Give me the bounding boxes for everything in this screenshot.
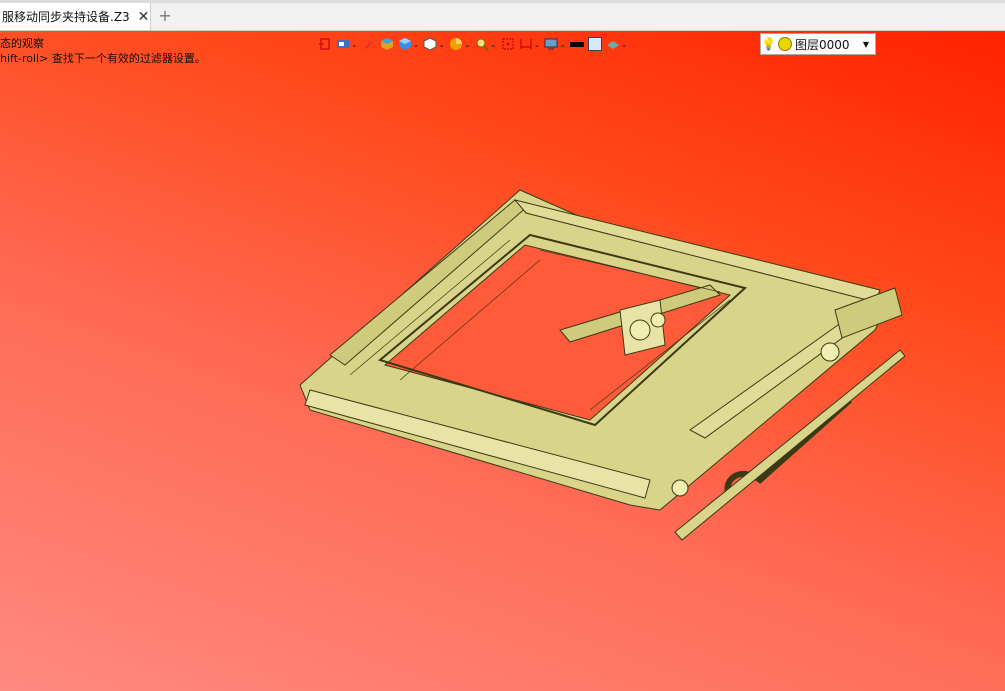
status-text: 态的观察 hift-roll> 查找下一个有效的过滤器设置。 <box>0 36 206 66</box>
zoom-button[interactable]: ⌄ <box>475 35 497 53</box>
lightbulb-icon: 💡 <box>761 37 776 51</box>
model-motor-flange <box>820 342 840 362</box>
close-icon[interactable]: ✕ <box>138 9 150 25</box>
snap-icon <box>319 38 330 50</box>
display-icon <box>544 38 558 50</box>
chevron-down-icon: ⌄ <box>559 39 566 49</box>
snap-button[interactable] <box>318 35 332 53</box>
zoom-icon <box>476 38 489 51</box>
plus-icon[interactable]: + <box>156 7 174 25</box>
color-black-button[interactable] <box>569 35 584 53</box>
status-line-1: 态的观察 <box>0 37 44 50</box>
shaded-cube-icon <box>380 38 393 50</box>
wire-cube-icon <box>423 37 437 51</box>
model-roller <box>629 319 651 341</box>
display-button[interactable]: ⌄ <box>544 35 566 53</box>
chevron-down-icon: ⌄ <box>489 39 497 49</box>
tab-bar: 服移动同步夹持设备.Z3 ✕ + <box>0 0 1005 31</box>
view-button[interactable]: ⌄ <box>336 35 358 53</box>
pie-icon <box>450 38 463 50</box>
sun-icon <box>778 37 792 51</box>
chevron-down-icon: ⌄ <box>412 39 420 49</box>
color-black-icon <box>569 42 584 47</box>
cad-model[interactable] <box>290 180 920 550</box>
chevron-down-icon: ⌄ <box>464 39 471 49</box>
layer-value: 图层0000 <box>795 37 850 52</box>
frame-button[interactable] <box>501 35 515 53</box>
view-toolbar: ⌄ ⌄ ⌄ ⌄ ⌄ ⌄ ⌄ ⌄ <box>318 34 628 54</box>
status-line-2: hift-roll> 查找下一个有效的过滤器设置。 <box>0 52 206 65</box>
color-white-icon <box>587 37 602 51</box>
dimension-button[interactable]: ⌄ <box>519 35 541 53</box>
plane-icon <box>606 41 619 49</box>
chevron-down-icon: ⌄ <box>351 39 358 49</box>
shaded-button[interactable] <box>380 35 394 53</box>
pie-button[interactable]: ⌄ <box>449 35 471 53</box>
cube-button[interactable]: ⌄ <box>398 35 420 53</box>
document-tab[interactable]: 服移动同步夹持设备.Z3 ✕ <box>0 3 151 30</box>
tab-title: 服移动同步夹持设备.Z3 <box>2 10 130 24</box>
view-icon <box>337 40 349 48</box>
frame-icon <box>501 38 514 50</box>
chevron-down-icon: ⌄ <box>533 39 541 49</box>
chevron-down-icon: ▼ <box>862 39 869 49</box>
wire-cube-button[interactable]: ⌄ <box>423 35 445 53</box>
layer-select[interactable]: 💡 图层0000 ▼ <box>760 33 876 55</box>
chevron-down-icon: ⌄ <box>620 39 628 49</box>
model-end-pulley <box>671 479 689 497</box>
plane-button[interactable]: ⌄ <box>606 35 628 53</box>
chevron-down-icon: ⌄ <box>438 39 446 49</box>
color-white-button[interactable] <box>587 35 602 53</box>
pencil-button[interactable] <box>362 35 376 53</box>
cube-icon <box>398 38 411 50</box>
model-roller <box>650 312 666 328</box>
pencil-icon <box>364 41 373 49</box>
dimension-icon <box>519 39 532 49</box>
